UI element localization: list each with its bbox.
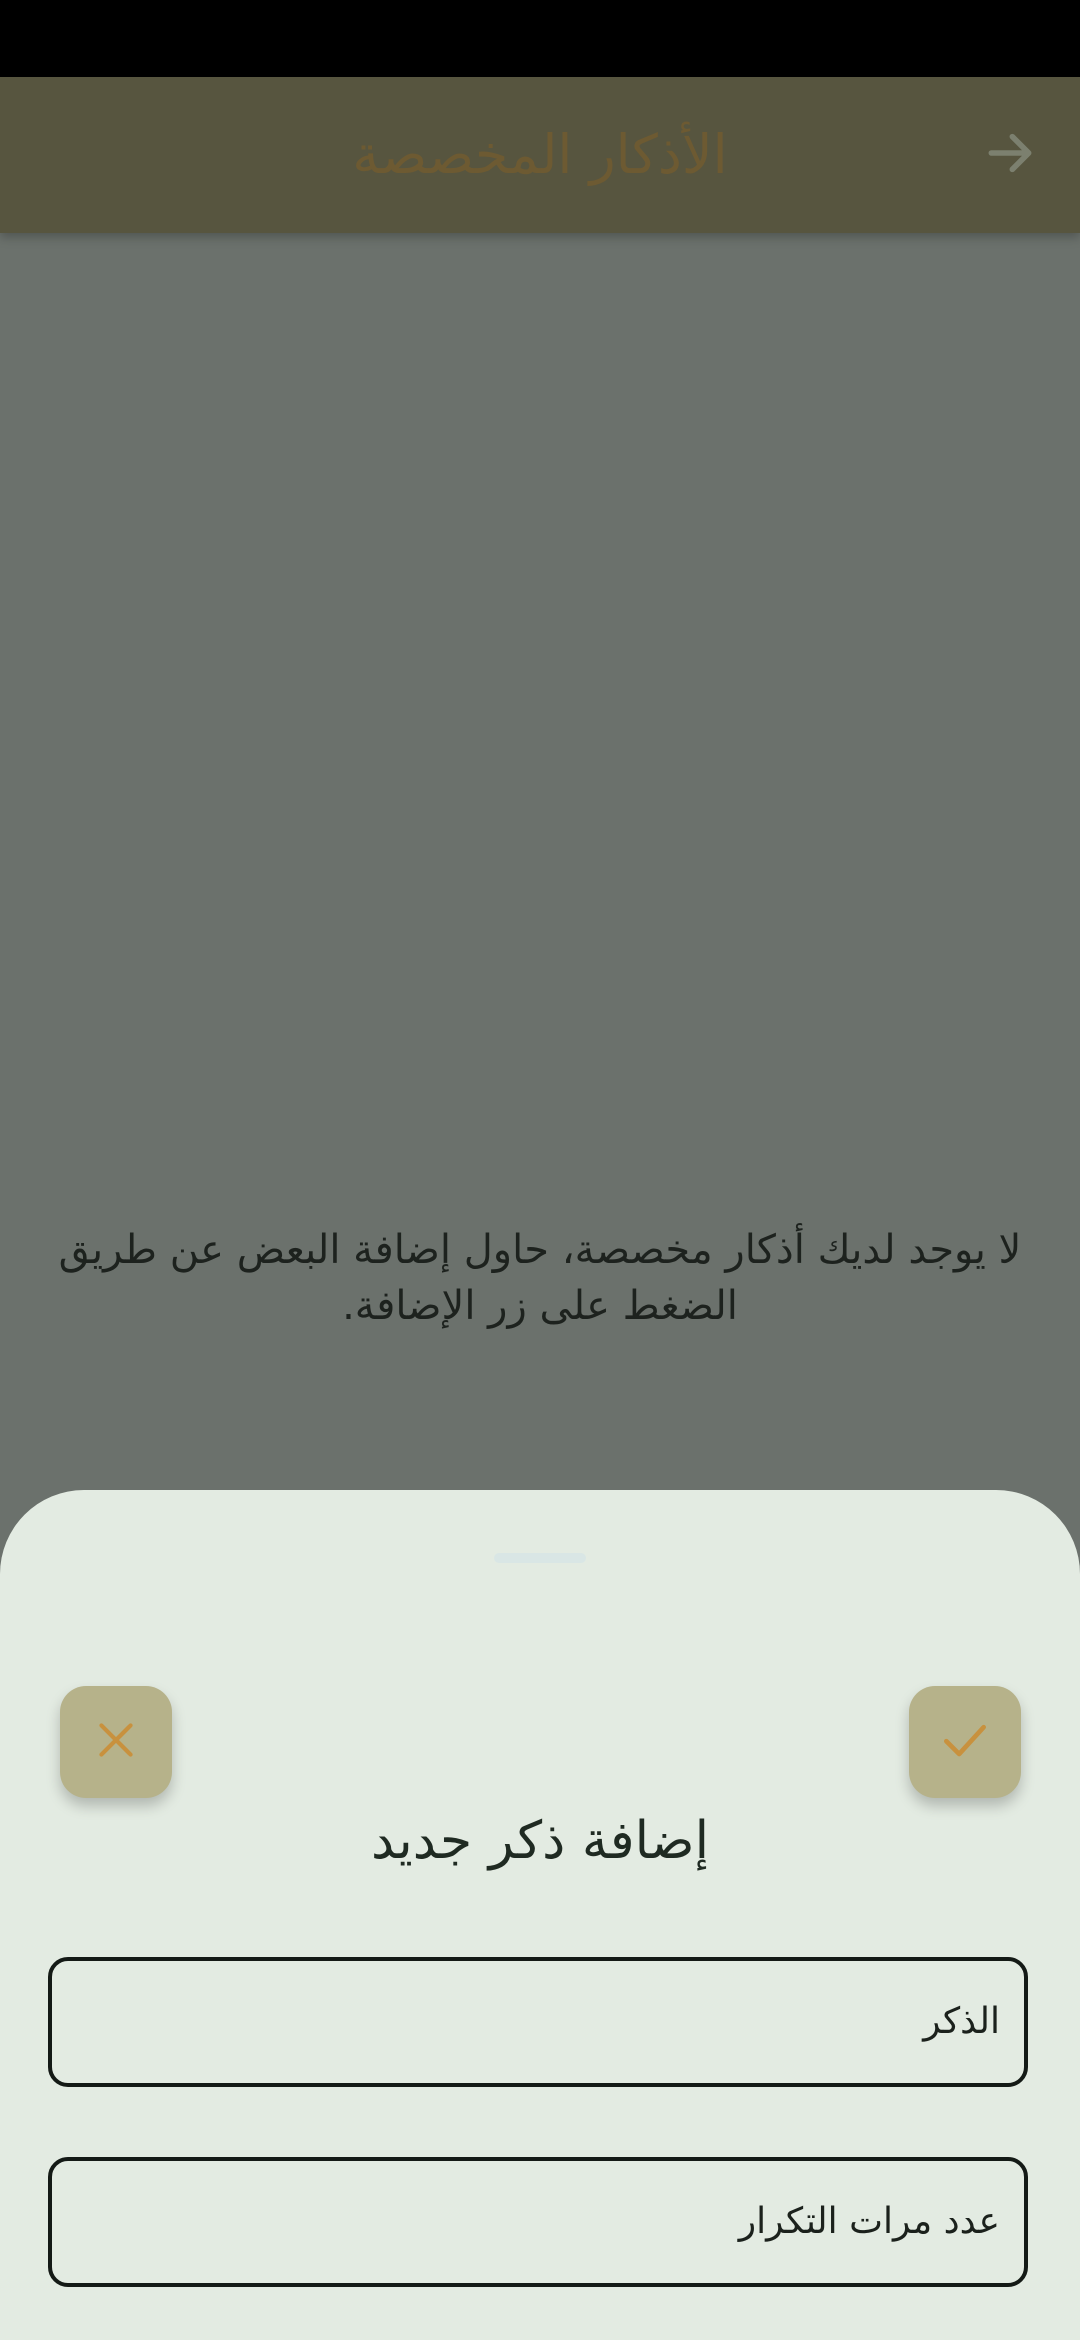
page-title: الأذكار المخصصة [352,123,728,186]
cancel-button[interactable] [60,1686,172,1798]
screen: الأذكار المخصصة لا يوجد لديك أذكار مخصصة… [0,0,1080,2340]
empty-state-message: لا يوجد لديك أذكار مخصصة، حاول إضافة الب… [58,1227,1022,1329]
sheet-title: إضافة ذكر جديد [370,1811,710,1871]
repeat-count-field-label: عدد مرات التكرار [738,2201,1000,2242]
status-bar [0,0,1080,77]
check-icon [937,1712,993,1772]
confirm-button[interactable] [909,1686,1021,1798]
add-dhikr-bottom-sheet: إضافة ذكر جديد الذكر عدد مرات التكرار [0,1490,1080,2340]
back-button[interactable] [974,119,1046,191]
arrow-forward-icon [982,125,1038,185]
repeat-count-field[interactable]: عدد مرات التكرار [48,2157,1028,2287]
dhikr-field-label: الذكر [923,2001,1000,2042]
close-icon [91,1715,141,1769]
app-bar: الأذكار المخصصة [0,77,1080,233]
dhikr-text-field[interactable]: الذكر [48,1957,1028,2087]
drag-handle[interactable] [494,1553,586,1563]
